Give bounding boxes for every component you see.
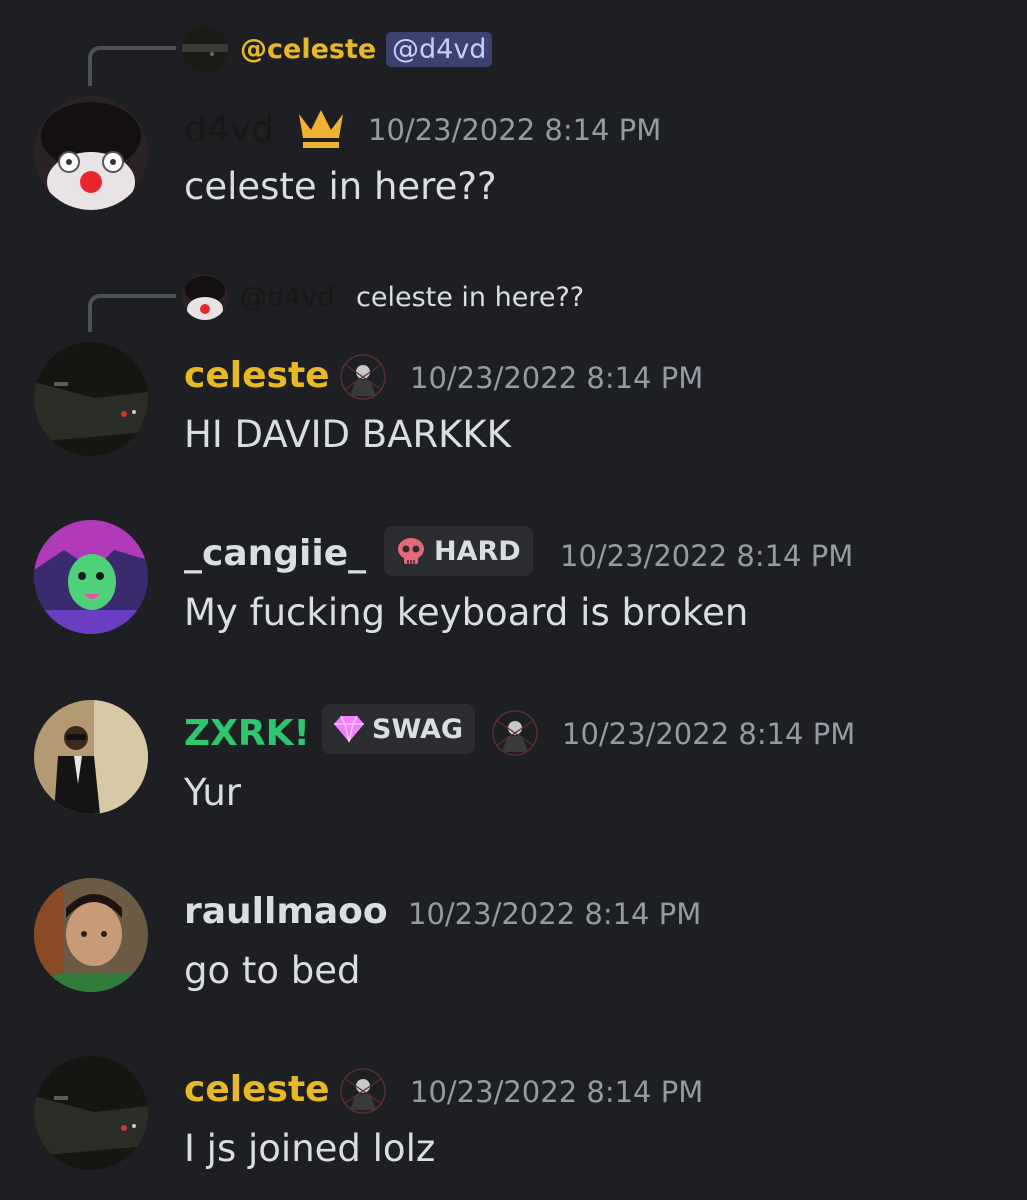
reply-text[interactable]: celeste in here?? [356,284,584,311]
avatar-celeste[interactable] [34,342,148,456]
skull-icon [398,538,424,564]
timestamp: 10/23/2022 8:14 PM [410,361,704,395]
reply-avatar-d4vd[interactable] [182,274,228,320]
crown-icon [299,110,343,148]
role-tag-label: HARD [434,535,521,567]
author-name[interactable]: raullmaoo [184,894,388,930]
timestamp: 10/23/2022 8:14 PM [410,1075,704,1109]
avatar-zxrk[interactable] [34,700,148,814]
message-text: I js joined lolz [184,1127,436,1170]
author-name[interactable]: celeste [184,1072,330,1108]
reply-author[interactable]: @celeste [240,36,376,63]
role-avatar-icon [340,354,386,400]
message-text: My fucking keyboard is broken [184,591,749,634]
reply-mention[interactable]: @d4vd [386,32,493,67]
avatar-raullmaoo[interactable] [34,878,148,992]
message-text: go to bed [184,949,361,992]
avatar-celeste[interactable] [34,1056,148,1170]
avatar-d4vd[interactable] [34,96,148,210]
author-name[interactable]: ZXRK! [184,716,310,752]
timestamp: 10/23/2022 8:14 PM [560,539,854,573]
role-avatar-icon [492,710,538,756]
timestamp: 10/23/2022 8:14 PM [368,113,662,147]
author-name[interactable]: celeste [184,358,330,394]
role-avatar-icon [340,1068,386,1114]
timestamp: 10/23/2022 8:14 PM [408,897,702,931]
reply-avatar-celeste[interactable] [182,26,228,72]
diamond-icon [334,715,364,743]
role-tag[interactable]: HARD [384,526,533,576]
role-tag[interactable]: SWAG [322,704,476,754]
timestamp: 10/23/2022 8:14 PM [562,717,856,751]
message-text: Yur [184,771,242,814]
message-text: HI DAVID BARKKK [184,413,511,456]
author-name[interactable]: d4vd [184,112,274,148]
reply-connector [88,294,176,332]
message-text: celeste in here?? [184,165,497,208]
reply-connector [88,46,176,86]
avatar-cangiie[interactable] [34,520,148,634]
author-name[interactable]: _cangiie_ [184,536,366,572]
role-tag-label: SWAG [372,713,464,745]
reply-author[interactable]: @d4vd [240,284,334,311]
